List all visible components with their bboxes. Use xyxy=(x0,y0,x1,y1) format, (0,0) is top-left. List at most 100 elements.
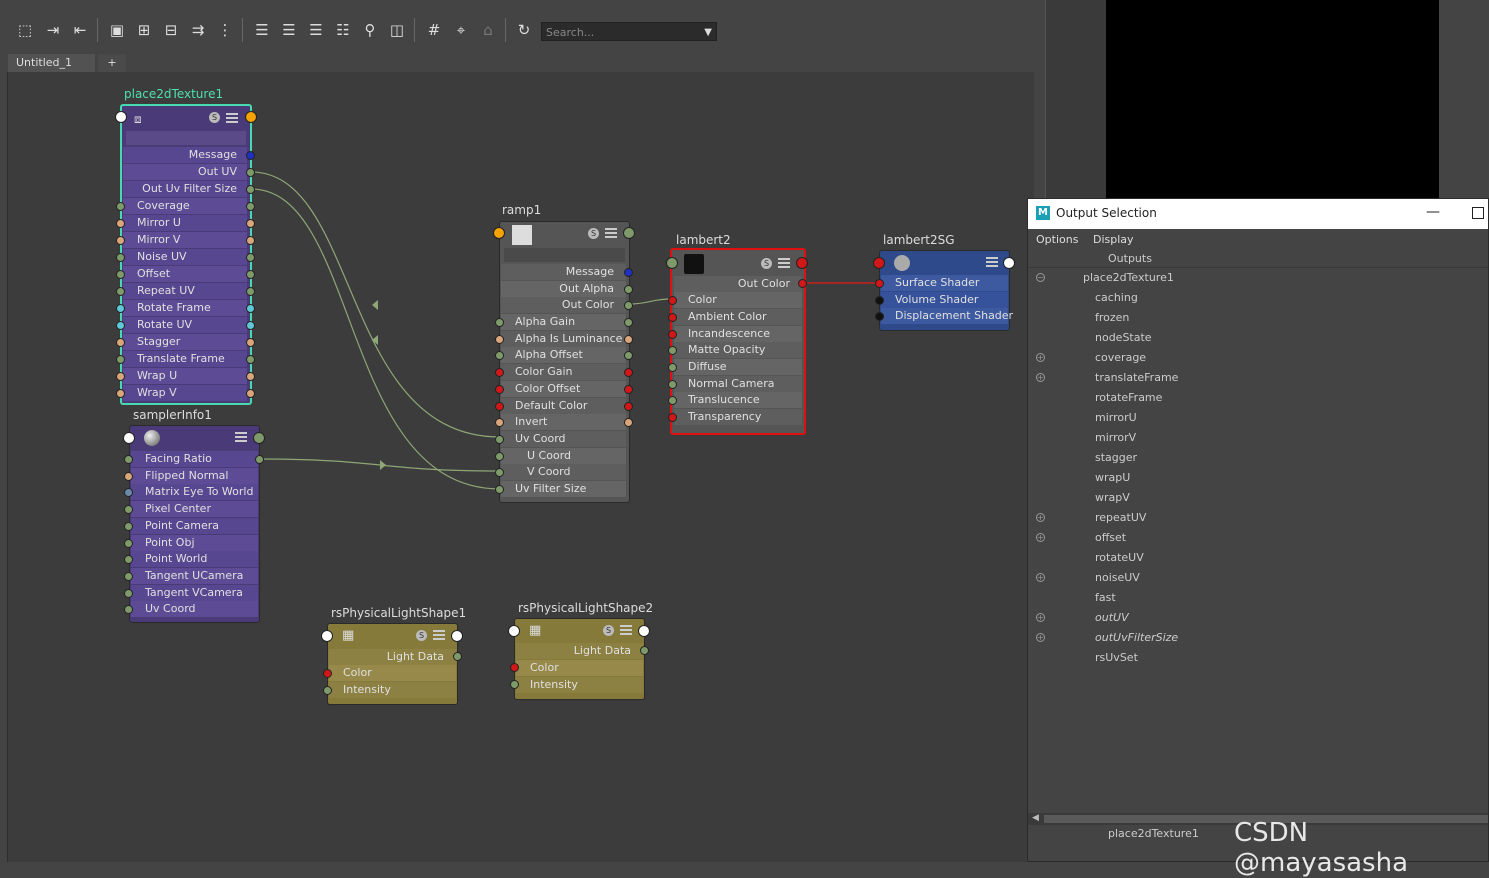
attr-matrix-eye-to-world[interactable]: Matrix Eye To World xyxy=(131,484,258,500)
swatch-toggle-icon[interactable]: S xyxy=(416,630,427,641)
attr-coverage[interactable]: Coverage xyxy=(123,198,247,214)
node-title-light1[interactable]: rsPhysicalLightShape1 xyxy=(331,606,466,620)
attr-rotate-frame[interactable]: Rotate Frame xyxy=(123,300,247,316)
menu-icon[interactable] xyxy=(235,432,247,442)
attr-light-data[interactable]: Light Data xyxy=(516,643,643,659)
port-default-color-out[interactable] xyxy=(624,402,633,411)
attr-tangent-ucamera[interactable]: Tangent UCamera xyxy=(131,568,258,584)
attr-intensity[interactable]: Intensity xyxy=(329,682,456,698)
input-port[interactable] xyxy=(321,630,333,642)
expand-icon[interactable]: + xyxy=(1036,533,1045,542)
port-color-in[interactable] xyxy=(668,296,677,305)
attr-out-color[interactable]: Out Color xyxy=(501,297,626,313)
attr-out-uv[interactable]: Out UV xyxy=(123,164,247,180)
port-color-offset-in[interactable] xyxy=(495,385,504,394)
output-item[interactable]: caching xyxy=(1095,291,1138,304)
attr-v-coord[interactable]: V Coord xyxy=(501,464,626,480)
input-port[interactable] xyxy=(666,257,678,269)
attr-matte-opacity[interactable]: Matte Opacity xyxy=(674,342,802,358)
menu-icon[interactable] xyxy=(433,630,445,640)
attr-uv-coord[interactable]: Uv Coord xyxy=(501,431,626,447)
attr-default-color[interactable]: Default Color xyxy=(501,398,626,414)
port-volume-shader-in[interactable] xyxy=(875,296,884,305)
port-coverage-in[interactable] xyxy=(116,202,125,211)
attr-point-world[interactable]: Point World xyxy=(131,551,258,567)
port-wrap-v-in[interactable] xyxy=(116,389,125,398)
port-mirror-v-out[interactable] xyxy=(246,236,255,245)
node-title-light2[interactable]: rsPhysicalLightShape2 xyxy=(518,601,653,615)
output-port[interactable] xyxy=(623,227,635,239)
port-intensity-in[interactable] xyxy=(323,686,332,695)
port-point-obj[interactable] xyxy=(124,539,133,548)
port-alpha-lum-in[interactable] xyxy=(495,335,504,344)
port-u-coord-in[interactable] xyxy=(495,452,504,461)
attr-light-data[interactable]: Light Data xyxy=(329,649,456,665)
attr-color[interactable]: Color xyxy=(674,292,802,308)
port-out-color[interactable] xyxy=(624,301,633,310)
output-item[interactable]: rotateFrame xyxy=(1095,391,1162,404)
attr-color[interactable]: Color xyxy=(516,660,643,676)
menu-icon[interactable] xyxy=(620,625,632,635)
port-uv-coord-in[interactable] xyxy=(495,435,504,444)
port-transparency-in[interactable] xyxy=(668,413,677,422)
attr-diffuse[interactable]: Diffuse xyxy=(674,359,802,375)
attr-color-offset[interactable]: Color Offset xyxy=(501,381,626,397)
output-item[interactable]: outUvFilterSize xyxy=(1095,631,1178,644)
attr-ambient-color[interactable]: Ambient Color xyxy=(674,309,802,325)
output-item[interactable]: outUV xyxy=(1095,611,1129,624)
attr-message[interactable]: Message xyxy=(123,147,247,163)
port-wrap-v-out[interactable] xyxy=(246,389,255,398)
expand-icon[interactable]: + xyxy=(1036,373,1045,382)
attr-wrap-u[interactable]: Wrap U xyxy=(123,368,247,384)
attr-rotate-uv[interactable]: Rotate UV xyxy=(123,317,247,333)
port-stagger-in[interactable] xyxy=(116,338,125,347)
port-pixel-center[interactable] xyxy=(124,505,133,514)
node-title-lambert[interactable]: lambert2 xyxy=(676,233,731,247)
expand-icon[interactable]: + xyxy=(1036,633,1045,642)
port-offset-out[interactable] xyxy=(246,270,255,279)
window-titlebar[interactable]: M Output Selection — xyxy=(1028,199,1488,229)
output-port[interactable] xyxy=(451,630,463,642)
port-invert-in[interactable] xyxy=(495,418,504,427)
swatch-toggle-icon[interactable]: S xyxy=(588,228,599,239)
input-port[interactable] xyxy=(115,111,127,123)
port-noise-uv-out[interactable] xyxy=(246,253,255,262)
output-item[interactable]: nodeState xyxy=(1095,331,1152,344)
attr-offset[interactable]: Offset xyxy=(123,266,247,282)
port-alpha-gain-in[interactable] xyxy=(495,318,504,327)
port-out-color[interactable] xyxy=(798,279,807,288)
attr-color-gain[interactable]: Color Gain xyxy=(501,364,626,380)
port-coverage-out[interactable] xyxy=(246,202,255,211)
node-title-sg[interactable]: lambert2SG xyxy=(883,233,955,247)
node-title-sampler[interactable]: samplerInfo1 xyxy=(133,408,212,422)
port-point-camera[interactable] xyxy=(124,522,133,531)
swatch-toggle-icon[interactable]: S xyxy=(603,625,614,636)
output-item[interactable]: offset xyxy=(1095,531,1126,544)
port-invert-out[interactable] xyxy=(624,418,633,427)
port-stagger-out[interactable] xyxy=(246,338,255,347)
output-item[interactable]: stagger xyxy=(1095,451,1137,464)
output-item[interactable]: wrapU xyxy=(1095,471,1130,484)
port-intensity-in[interactable] xyxy=(510,680,519,689)
port-wrap-u-in[interactable] xyxy=(116,372,125,381)
attr-transparency[interactable]: Transparency xyxy=(674,409,802,425)
node-title-place2d[interactable]: place2dTexture1 xyxy=(124,87,223,101)
output-item[interactable]: repeatUV xyxy=(1095,511,1146,524)
port-diffuse-in[interactable] xyxy=(668,363,677,372)
attr-point-camera[interactable]: Point Camera xyxy=(131,518,258,534)
port-out-uv-filter-size[interactable] xyxy=(246,185,255,194)
port-incandescence-in[interactable] xyxy=(668,330,677,339)
port-alpha-gain-out[interactable] xyxy=(624,318,633,327)
attr-uv-filter-size[interactable]: Uv Filter Size xyxy=(501,481,626,497)
port-light-data[interactable] xyxy=(640,646,649,655)
attr-surface-shader[interactable]: Surface Shader xyxy=(881,275,1008,291)
expand-icon[interactable]: + xyxy=(1036,353,1045,362)
port-repeat-uv-out[interactable] xyxy=(246,287,255,296)
port-normal-camera-in[interactable] xyxy=(668,380,677,389)
attr-alpha-is-luminance[interactable]: Alpha Is Luminance xyxy=(501,331,626,347)
output-port[interactable] xyxy=(1003,257,1015,269)
attr-alpha-offset[interactable]: Alpha Offset xyxy=(501,347,626,363)
attr-pixel-center[interactable]: Pixel Center xyxy=(131,501,258,517)
attr-flipped-normal[interactable]: Flipped Normal xyxy=(131,468,258,484)
attr-translate-frame[interactable]: Translate Frame xyxy=(123,351,247,367)
